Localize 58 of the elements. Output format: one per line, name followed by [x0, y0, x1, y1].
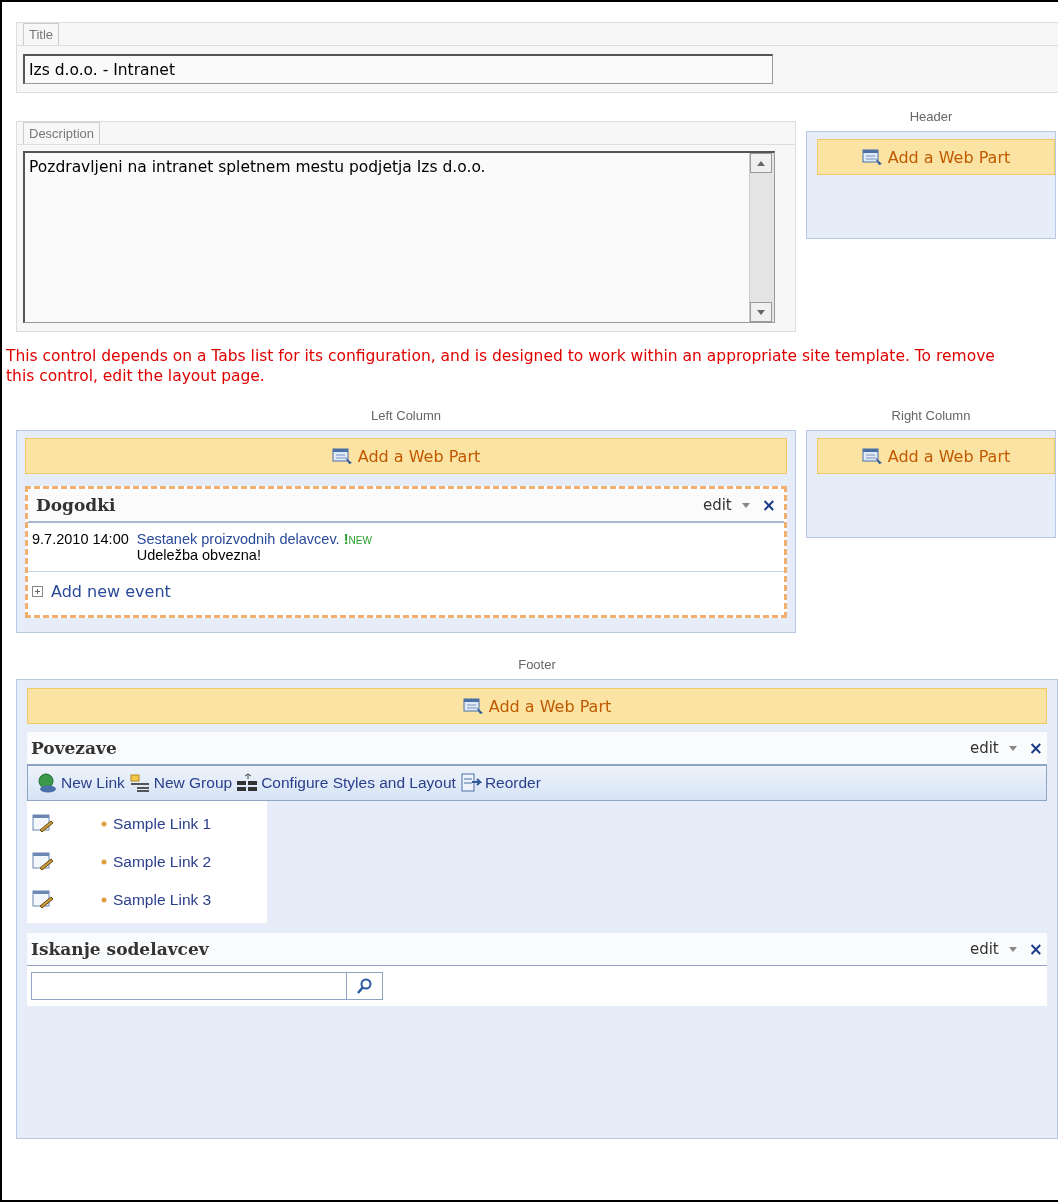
web-part-title: Iskanje sodelavcev: [31, 939, 209, 959]
field-label: Title: [23, 23, 60, 45]
layout-icon: [236, 773, 259, 793]
description-input[interactable]: Pozdravljeni na intranet spletnem mestu podjetja Izs d.o.o.: [23, 151, 775, 323]
close-button[interactable]: ×: [761, 495, 776, 515]
add-web-part-icon: [861, 447, 884, 465]
edit-menu[interactable]: edit: [702, 496, 750, 514]
title-input[interactable]: Izs d.o.o. - Intranet: [23, 54, 773, 84]
toolbar-button[interactable]: Configure Styles and Layout: [236, 773, 456, 793]
sample-link[interactable]: Sample Link 2: [113, 853, 212, 871]
search-icon: [356, 978, 373, 994]
edit-menu[interactable]: edit: [969, 739, 1017, 757]
event-location: Udeležba obvezna!: [136, 547, 262, 563]
add-web-part-icon: [331, 447, 354, 465]
note-icon: [31, 813, 55, 835]
new-mark: !: [343, 531, 349, 547]
field-label: Description: [23, 122, 101, 144]
close-button[interactable]: ×: [1028, 939, 1043, 959]
add-web-part-icon: [861, 148, 884, 166]
event-link[interactable]: Sestanek proizvodnih delavcev.: [136, 531, 340, 547]
bullet-icon: [101, 859, 107, 865]
warning-message: This control depends on a Tabs list for its configuration, and is designed to work within an appropriate site template. To remove this control, edit the layout page.: [6, 346, 996, 386]
sample-link[interactable]: Sample Link 3: [113, 891, 212, 909]
reorder-icon: [459, 773, 482, 793]
add-web-part-button[interactable]: Add a Web Part: [817, 139, 1055, 175]
list-icon: [128, 773, 151, 793]
close-button[interactable]: ×: [1028, 738, 1043, 758]
search-field[interactable]: [31, 972, 347, 1000]
zone-label: Header: [908, 108, 954, 126]
web-part-title: Povezave: [31, 738, 117, 758]
search-button[interactable]: [347, 972, 383, 1000]
edit-menu[interactable]: edit: [969, 940, 1017, 958]
bullet-icon: [101, 897, 107, 903]
add-event-link[interactable]: Add new event: [51, 582, 171, 601]
add-web-part-button[interactable]: Add a Web Part: [27, 688, 1047, 724]
caret-icon: [741, 502, 750, 508]
note-icon: [31, 889, 55, 911]
new-label: NEW: [348, 535, 372, 546]
event-date: 9.7.2010 14:00: [32, 531, 129, 549]
add-web-part-button[interactable]: Add a Web Part: [25, 438, 787, 474]
toolbar-button[interactable]: New Group: [128, 773, 233, 793]
bullet-icon: [101, 821, 107, 827]
add-web-part-button[interactable]: Add a Web Part: [817, 438, 1055, 474]
add-web-part-icon: [462, 697, 485, 715]
caret-icon: [1008, 946, 1017, 952]
web-part-title: Dogodki: [36, 495, 116, 515]
toolbar-button[interactable]: New Link: [36, 772, 125, 794]
sample-link[interactable]: Sample Link 1: [113, 815, 212, 833]
zone-label: Footer: [517, 656, 557, 674]
caret-icon: [1008, 745, 1017, 751]
zone-label: Left Column: [369, 407, 443, 425]
zone-label: Right Column: [890, 407, 972, 425]
add-icon: [32, 586, 43, 597]
scrollbar[interactable]: [749, 153, 774, 322]
scroll-down-icon[interactable]: [757, 309, 765, 315]
scroll-up-icon[interactable]: [757, 160, 765, 166]
toolbar-button[interactable]: Reorder: [459, 773, 541, 793]
note-icon: [31, 851, 55, 873]
